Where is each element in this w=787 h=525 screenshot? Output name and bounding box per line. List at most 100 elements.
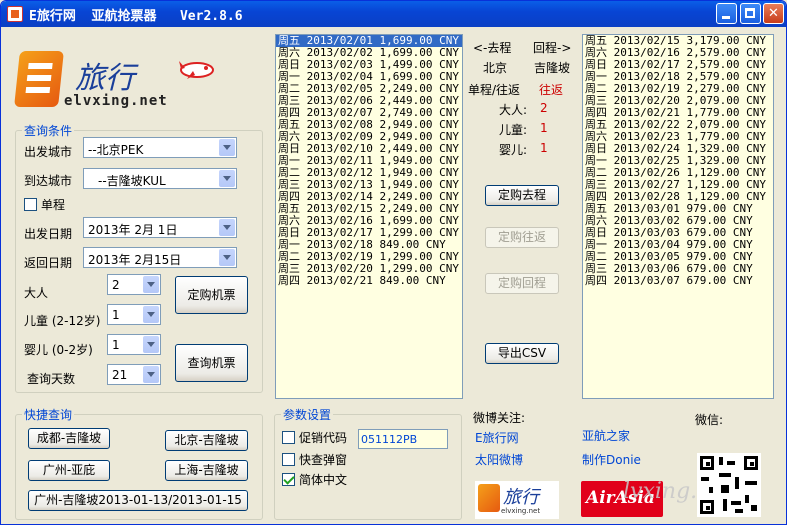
quick-beijing-kl-button[interactable]: 北京-吉隆坡: [165, 430, 248, 451]
quick-button-label: 上海-吉隆坡: [174, 463, 239, 477]
export-csv-label: 导出CSV: [497, 346, 547, 360]
depart-date-label: 出发日期: [24, 227, 73, 241]
quick-shanghai-kl-button[interactable]: 上海-吉隆坡: [165, 460, 248, 481]
qr-finder: [700, 500, 714, 514]
return-date-label: 返回日期: [24, 256, 73, 270]
popup-checkbox[interactable]: [282, 453, 295, 466]
adult-select[interactable]: 2: [107, 274, 161, 295]
promo-code-input[interactable]: 051112PB: [358, 429, 448, 449]
qr-dot: [701, 477, 709, 481]
airasia-home-link[interactable]: 亚航之家: [582, 427, 630, 444]
return-header: 回程->: [533, 41, 572, 55]
book-round-trip-button[interactable]: 定购往返: [485, 227, 559, 248]
sun-weibo-link[interactable]: 太阳微博: [475, 451, 523, 468]
quick-button-label: 北京-吉隆坡: [174, 433, 239, 447]
quick-query-title: 快捷查询: [22, 406, 75, 423]
quick-button-label: 成都-吉隆坡: [36, 431, 102, 445]
export-csv-button[interactable]: 导出CSV: [485, 343, 559, 364]
oneway-checkbox[interactable]: [24, 198, 37, 211]
fare-row[interactable]: 周四 2013/02/21 849.00 CNY: [276, 275, 462, 287]
book-return-button[interactable]: 定购回程: [485, 273, 559, 294]
title-bar[interactable]: E旅行网 亚航抢票器 Ver2.8.6 ✕: [1, 1, 786, 27]
close-button[interactable]: ✕: [763, 3, 784, 24]
quick-chengdu-kl-button[interactable]: 成都-吉隆坡: [28, 428, 110, 449]
weibo-label: 微博关注:: [473, 411, 526, 425]
depart-date-value: 2013年 2月 1日: [88, 223, 178, 237]
chevron-down-icon[interactable]: [143, 306, 159, 323]
from-city-value: --北京PEK: [88, 143, 144, 157]
elvxing-weibo-link[interactable]: E旅行网: [475, 429, 519, 446]
quick-guangzhou-kl-dated-button[interactable]: 广州-吉隆坡2013-01-13/2013-01-15: [28, 490, 248, 511]
outbound-header: <-去程: [473, 41, 512, 55]
promo-checkbox[interactable]: [282, 431, 295, 444]
summary-adult-label: 大人:: [499, 103, 528, 117]
chevron-down-icon[interactable]: [143, 336, 159, 353]
days-label: 查询天数: [27, 372, 76, 386]
book-outbound-label: 定购去程: [497, 188, 546, 202]
child-label: 儿童 (2-12岁): [24, 314, 101, 328]
summary-to-city: 吉隆坡: [534, 61, 571, 75]
quick-guangzhou-kk-button[interactable]: 广州-亚庇: [28, 460, 110, 481]
e-logo-icon: [14, 51, 64, 107]
weixin-label: 微信:: [695, 413, 724, 427]
chevron-down-icon[interactable]: [219, 219, 235, 236]
window-title: E旅行网 亚航抢票器 Ver2.8.6: [29, 9, 243, 24]
qr-dot: [719, 473, 731, 477]
maximize-icon: [745, 8, 755, 18]
to-city-select[interactable]: --吉隆坡KUL: [83, 168, 237, 189]
infant-select[interactable]: 1: [107, 334, 161, 355]
elvxing-logo: 旅行 elvxing.net: [14, 49, 217, 119]
summary-from-city: 北京: [483, 61, 508, 75]
child-select[interactable]: 1: [107, 304, 161, 325]
chinese-checkbox[interactable]: [282, 473, 295, 486]
adult-value: 2: [112, 278, 120, 292]
from-city-label: 出发城市: [24, 145, 73, 159]
maker-link[interactable]: 制作Donie: [582, 451, 641, 468]
summary-child-value: 1: [540, 121, 548, 135]
infant-label: 婴儿 (0-2岁): [24, 343, 93, 357]
from-city-select[interactable]: --北京PEK: [83, 137, 237, 158]
days-select[interactable]: 21: [107, 364, 161, 385]
return-fare-list[interactable]: 周五 2013/02/15 3,179.00 CNY 周六 2013/02/16 …: [582, 34, 774, 399]
chinese-label: 简体中文: [299, 473, 348, 487]
adult-label: 大人: [24, 286, 49, 300]
search-ticket-button[interactable]: 查询机票: [175, 344, 248, 382]
maximize-button[interactable]: [740, 3, 761, 24]
search-ticket-label: 查询机票: [187, 356, 236, 370]
qr-finder: [700, 456, 714, 470]
elvxing-small-logo[interactable]: 旅行 elvxing.net: [475, 481, 559, 519]
infant-value: 1: [112, 338, 120, 352]
return-date-picker[interactable]: 2013年 2月15日: [83, 247, 237, 268]
days-value: 21: [112, 368, 128, 382]
book-return-label: 定购回程: [497, 276, 546, 290]
chevron-down-icon[interactable]: [219, 249, 235, 266]
small-logo-en: elvxing.net: [501, 507, 541, 515]
app-window: E旅行网 亚航抢票器 Ver2.8.6 ✕ 旅行 elvxing.net 查询条…: [0, 0, 787, 525]
qr-code-icon: [697, 453, 761, 517]
query-group-title: 查询条件: [22, 122, 75, 139]
qr-dot: [735, 509, 743, 513]
qr-dot: [719, 457, 723, 465]
to-city-label: 到达城市: [24, 174, 73, 188]
popup-label: 快查弹窗: [299, 453, 348, 467]
chevron-down-icon[interactable]: [219, 139, 235, 156]
return-date-value: 2013年 2月15日: [88, 253, 182, 267]
qr-dot: [731, 501, 741, 505]
trip-type-label: 单程/往返: [468, 83, 521, 97]
chevron-down-icon[interactable]: [143, 366, 159, 383]
minimize-button[interactable]: [716, 3, 737, 24]
logo-en-text: elvxing.net: [64, 93, 168, 109]
book-outbound-button[interactable]: 定购去程: [485, 185, 559, 206]
trip-type-value: 往返: [539, 83, 564, 97]
qr-dot: [723, 499, 727, 511]
airplane-icon: [179, 61, 214, 79]
book-ticket-button[interactable]: 定购机票: [175, 276, 248, 314]
qr-dot: [751, 505, 757, 511]
summary-adult-value: 2: [540, 101, 548, 115]
qr-dot: [727, 461, 735, 465]
depart-date-picker[interactable]: 2013年 2月 1日: [83, 217, 237, 238]
fare-row[interactable]: 周四 2013/03/07 679.00 CNY: [583, 275, 773, 287]
chevron-down-icon[interactable]: [143, 276, 159, 293]
chevron-down-icon[interactable]: [219, 170, 235, 187]
outbound-fare-list[interactable]: 周五 2013/02/01 1,699.00 CNY 周六 2013/02/02 …: [275, 34, 463, 399]
